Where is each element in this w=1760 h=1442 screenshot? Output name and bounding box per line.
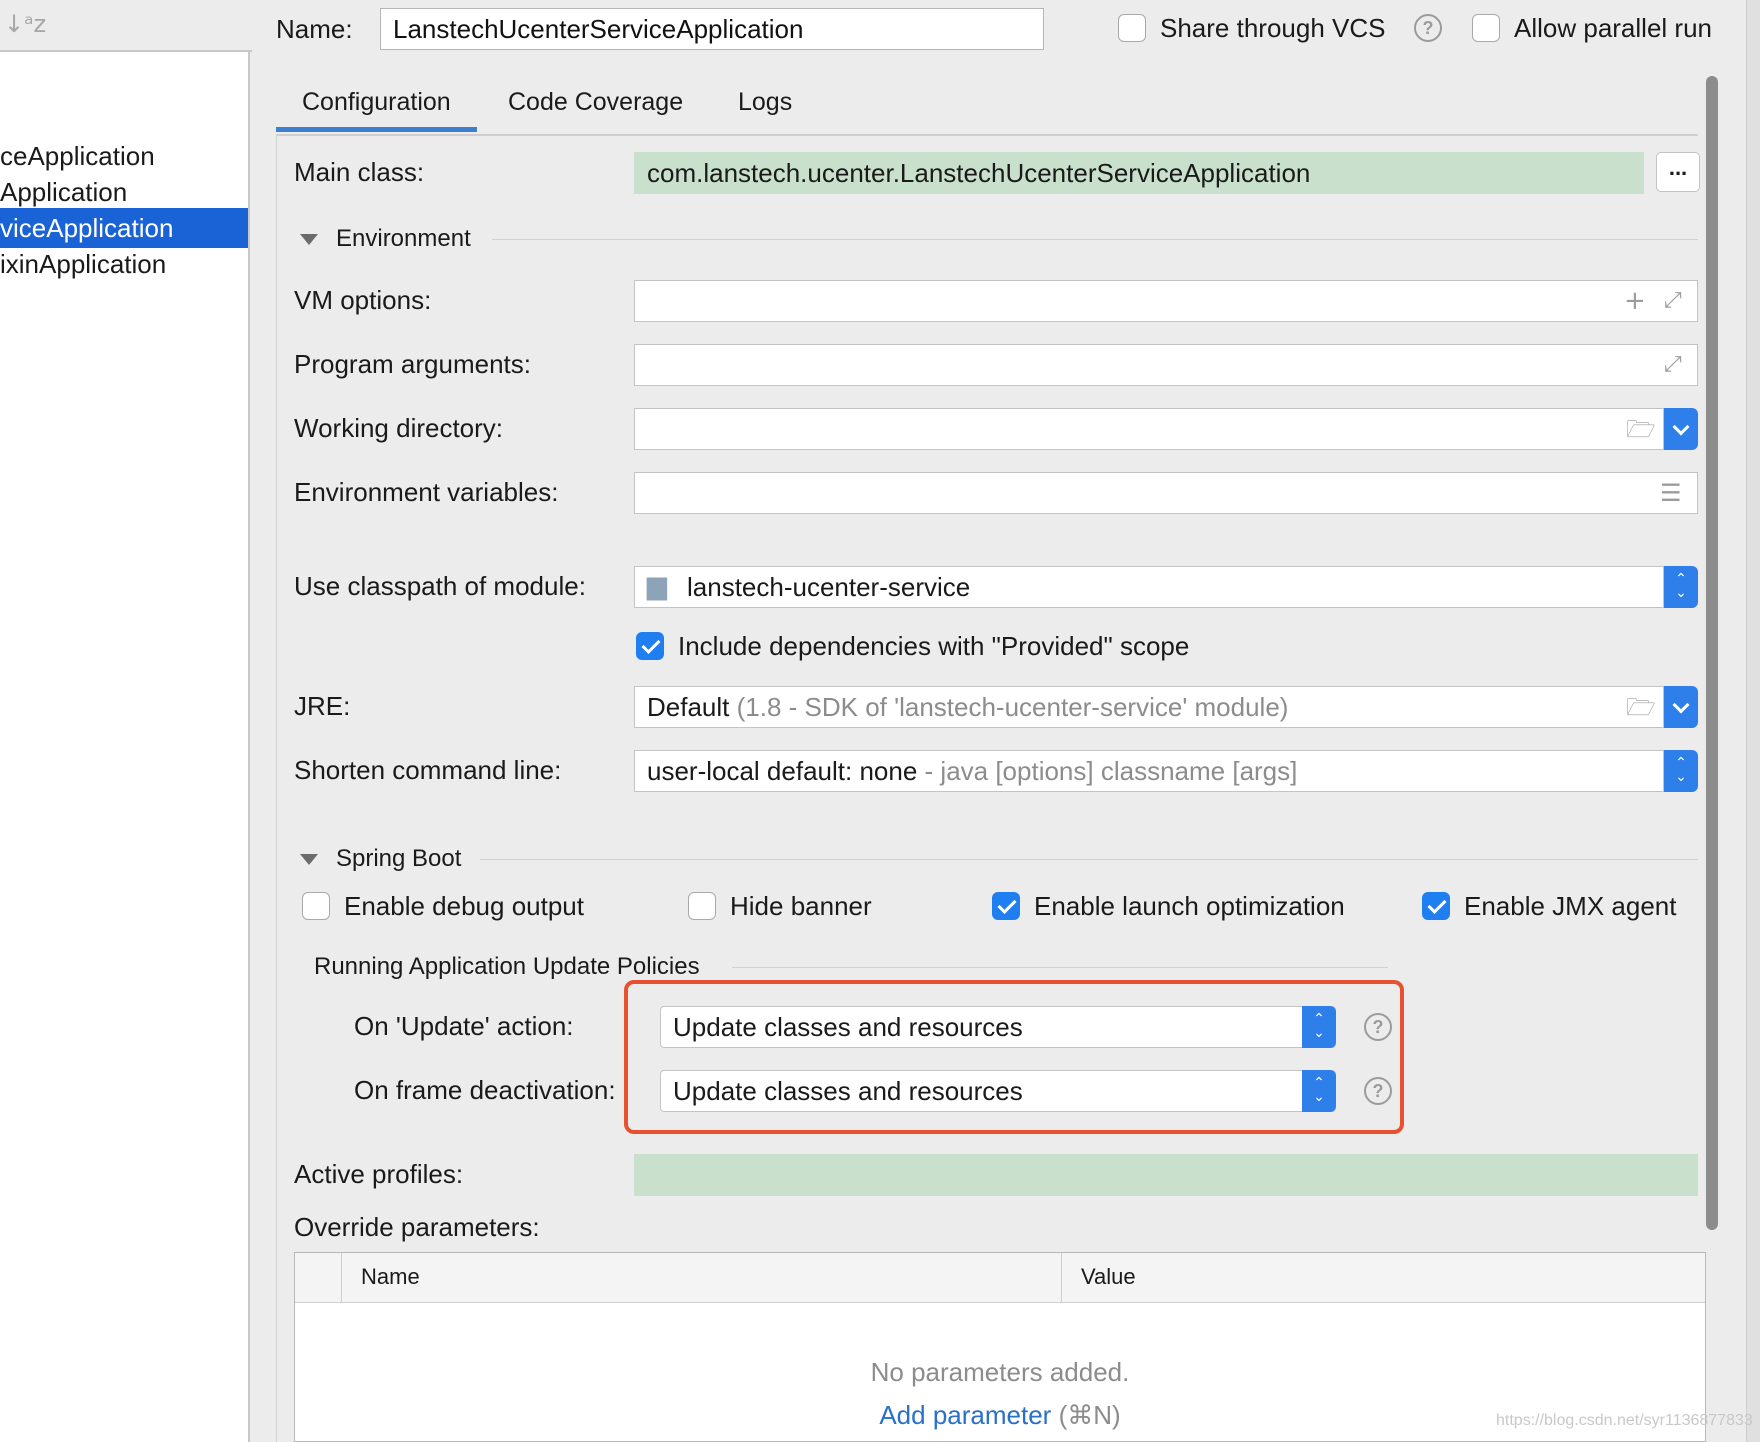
tab-label: Logs — [738, 88, 793, 116]
jmx-agent-label: Enable JMX agent — [1464, 891, 1677, 921]
watermark-text: https://blog.csdn.net/syr1136877833 — [1496, 1412, 1753, 1429]
tab-configuration[interactable]: Configuration — [276, 82, 477, 132]
window-edge — [1746, 0, 1760, 1442]
tree-item[interactable]: ceApplication — [0, 136, 248, 176]
run-config-tree: ceApplication Application viceApplicatio… — [0, 52, 250, 1442]
override-parameters-label: Override parameters: — [294, 1212, 540, 1242]
tree-item-label: ceApplication — [0, 141, 155, 171]
empty-table-message: No parameters added. — [870, 1357, 1130, 1387]
module-folder-icon: ▆ — [647, 571, 667, 601]
classpath-module-dropdown-button[interactable]: ⌃ ⌄ — [1664, 566, 1698, 608]
edit-list-icon[interactable]: ☰ — [1660, 478, 1682, 508]
name-input[interactable]: LanstechUcenterServiceApplication — [380, 8, 1044, 50]
include-provided-label: Include dependencies with "Provided" sco… — [678, 631, 1190, 661]
tree-item[interactable]: Application — [0, 172, 248, 212]
shorten-command-line-dropdown-button[interactable]: ⌃ ⌄ — [1664, 750, 1698, 792]
tab-logs[interactable]: Logs — [712, 82, 818, 132]
environment-section-title: Environment — [336, 225, 471, 252]
jre-label: JRE: — [294, 691, 351, 721]
include-provided-checkbox[interactable] — [636, 632, 664, 660]
hide-banner-label: Hide banner — [730, 891, 872, 921]
jre-value: Default — [647, 692, 730, 722]
expand-icon[interactable]: ⤢ — [1664, 350, 1682, 380]
active-profiles-field[interactable] — [634, 1154, 1698, 1196]
sort-alphabetically-icon[interactable]: ↓ᵃ𝗓 — [4, 10, 46, 38]
section-divider — [480, 859, 1698, 860]
environment-variables-label: Environment variables: — [294, 477, 559, 507]
override-parameters-table: Name Value No parameters added. Add para… — [294, 1252, 1706, 1442]
program-arguments-label: Program arguments: — [294, 349, 531, 379]
jre-dropdown-button[interactable] — [1664, 686, 1698, 728]
hide-banner-checkbox[interactable] — [688, 892, 716, 920]
allow-parallel-checkbox[interactable] — [1472, 14, 1500, 42]
launch-optimization-label: Enable launch optimization — [1034, 891, 1345, 921]
classpath-module-label: Use classpath of module: — [294, 571, 586, 601]
folder-icon[interactable]: 🗁 — [1626, 692, 1656, 722]
column-header-value[interactable]: Value — [1081, 1253, 1136, 1301]
tree-item-selected[interactable]: viceApplication — [0, 208, 248, 248]
red-highlight-annotation — [624, 980, 1404, 1134]
working-directory-dropdown-button[interactable] — [1664, 408, 1698, 450]
folder-icon[interactable]: 🗁 — [1626, 414, 1656, 444]
vm-options-label: VM options: — [294, 285, 432, 315]
add-parameter-row: Add parameter (⌘N) — [295, 1400, 1705, 1431]
environment-variables-field[interactable] — [634, 472, 1698, 514]
tab-label: Code Coverage — [508, 88, 684, 116]
table-header: Name Value — [295, 1253, 1705, 1303]
main-class-label: Main class: — [294, 157, 425, 187]
section-divider — [492, 239, 1698, 240]
spring-boot-section-title: Spring Boot — [336, 845, 462, 872]
shorten-command-line-select[interactable]: user-local default: none - java [options… — [634, 750, 1664, 792]
active-profiles-label: Active profiles: — [294, 1159, 464, 1189]
launch-optimization-checkbox[interactable] — [992, 892, 1020, 920]
column-separator — [1061, 1253, 1062, 1303]
tree-toolbar: ↓ᵃ𝗓 — [0, 0, 252, 52]
tab-code-coverage[interactable]: Code Coverage — [482, 82, 709, 132]
tree-item-label: ixinApplication — [0, 249, 167, 279]
on-frame-deactivation-label: On frame deactivation: — [354, 1075, 616, 1105]
column-header-name[interactable]: Name — [361, 1253, 420, 1301]
vertical-scrollbar[interactable] — [1706, 76, 1718, 1230]
browse-main-class-button[interactable]: ... — [1656, 152, 1700, 192]
vm-options-field[interactable] — [634, 280, 1698, 322]
working-directory-label: Working directory: — [294, 413, 504, 443]
jre-detail: (1.8 - SDK of 'lanstech-ucenter-service'… — [736, 692, 1289, 722]
program-arguments-field[interactable] — [634, 344, 1698, 386]
shorten-value: user-local default: none — [647, 756, 918, 786]
share-vcs-checkbox[interactable] — [1118, 14, 1146, 42]
tree-item[interactable]: ixinApplication — [0, 244, 248, 284]
add-parameter-shortcut: (⌘N) — [1058, 1400, 1121, 1430]
section-divider — [732, 967, 1388, 968]
run-config-tree-panel: ↓ᵃ𝗓 ceApplication Application viceApplic… — [0, 0, 252, 1442]
enable-debug-label: Enable debug output — [344, 891, 584, 921]
share-vcs-label: Share through VCS — [1160, 13, 1386, 43]
plus-icon[interactable]: + — [1624, 286, 1646, 316]
main-class-field[interactable]: com.lanstech.ucenter.LanstechUcenterServ… — [634, 152, 1644, 194]
enable-debug-checkbox[interactable] — [302, 892, 330, 920]
on-update-label: On 'Update' action: — [354, 1011, 574, 1041]
help-icon[interactable]: ? — [1414, 14, 1442, 42]
collapse-triangle-icon[interactable] — [300, 854, 318, 865]
classpath-module-value: lanstech-ucenter-service — [687, 572, 971, 602]
classpath-module-select[interactable]: ▆ lanstech-ucenter-service — [634, 566, 1664, 608]
shorten-detail: - java [options] classname [args] — [924, 756, 1298, 786]
expand-icon[interactable]: ⤢ — [1664, 286, 1682, 316]
working-directory-field[interactable] — [634, 408, 1664, 450]
tab-label: Configuration — [302, 88, 451, 116]
jmx-agent-checkbox[interactable] — [1422, 892, 1450, 920]
jre-field[interactable]: Default (1.8 - SDK of 'lanstech-ucenter-… — [634, 686, 1664, 728]
collapse-triangle-icon[interactable] — [300, 234, 318, 245]
update-policies-title: Running Application Update Policies — [314, 953, 700, 980]
name-label: Name: — [276, 14, 353, 44]
column-separator — [341, 1253, 342, 1303]
add-parameter-link[interactable]: Add parameter — [879, 1400, 1051, 1430]
allow-parallel-label: Allow parallel run — [1514, 13, 1712, 43]
tree-item-label: viceApplication — [0, 213, 174, 243]
tree-item-label: Application — [0, 177, 128, 207]
shorten-command-line-label: Shorten command line: — [294, 755, 562, 785]
